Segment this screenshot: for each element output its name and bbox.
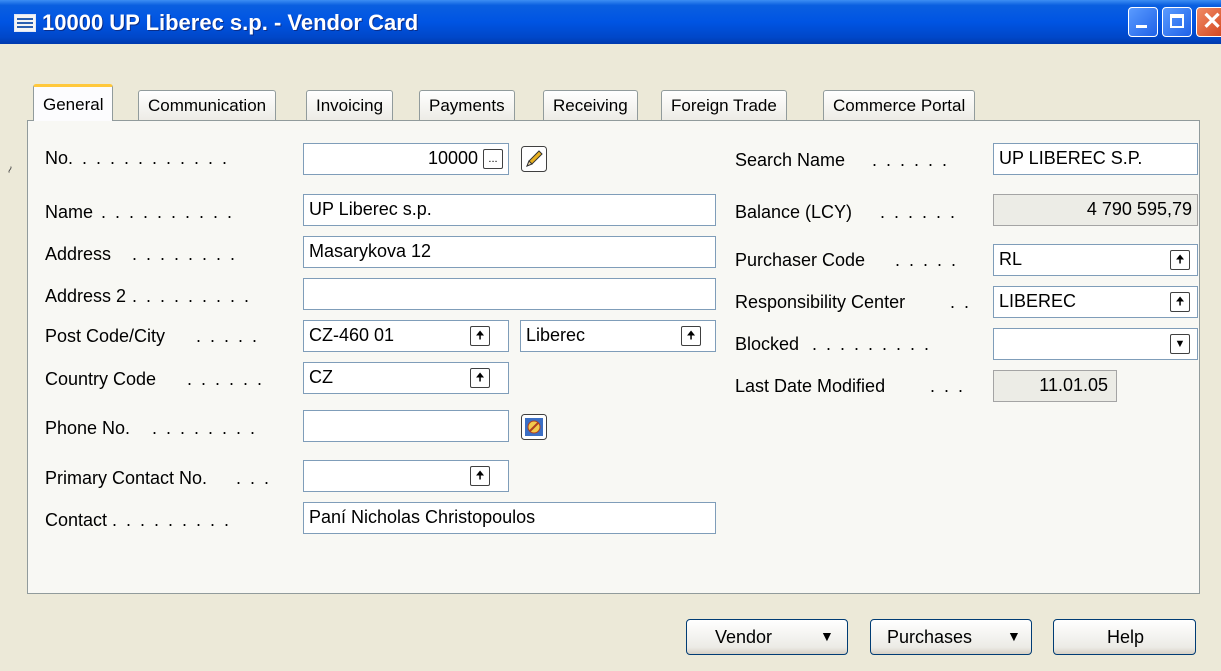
table-icon (14, 14, 36, 32)
chevron-down-icon: ▼ (820, 628, 834, 644)
window-title: 10000 UP Liberec s.p. - Vendor Card (42, 10, 419, 35)
post-code-lookup-button[interactable]: 🠉 (470, 326, 490, 346)
title-bar: 10000 UP Liberec s.p. - Vendor Card ✕ (0, 0, 1221, 44)
maximize-icon (1170, 14, 1184, 28)
post-code-city-label: Post Code/City (45, 326, 166, 346)
vendor-button-label: Vendor (715, 627, 773, 647)
address-label: Address (45, 244, 112, 264)
address-leader: . . . . . . . . (132, 244, 238, 264)
blocked-dropdown-button[interactable]: ▼ (1170, 334, 1190, 354)
last-date-modified-label: Last Date Modified (735, 376, 886, 396)
tab-foreign-trade[interactable]: Foreign Trade (661, 90, 787, 121)
phone-no-leader: . . . . . . . . (152, 418, 258, 438)
search-name-leader: . . . . . . (872, 150, 950, 170)
close-button[interactable]: ✕ (1196, 7, 1221, 37)
city-lookup-button[interactable]: 🠉 (681, 326, 701, 346)
name-leader: . . . . . . . . . . (101, 202, 235, 222)
address2-label: Address 2 (45, 286, 127, 306)
ellipsis-icon: ... (488, 153, 498, 165)
post-code-city-leader: . . . . . (196, 326, 260, 346)
address-field[interactable]: Masarykova 12 (303, 236, 716, 268)
purchases-menu-button[interactable]: Purchases ▼ (870, 619, 1032, 655)
lookup-arrow-icon: 🠉 (1175, 254, 1185, 266)
lookup-arrow-icon: 🠉 (686, 330, 696, 342)
country-code-lookup-button[interactable]: 🠉 (470, 368, 490, 388)
balance-lcy-field[interactable]: 4 790 595,79 (993, 194, 1198, 226)
no-leader: . . . . . . . . . . . (82, 148, 230, 168)
tab-receiving[interactable]: Receiving (543, 90, 638, 121)
tab-commerce-portal[interactable]: Commerce Portal (823, 90, 976, 121)
help-button[interactable]: Help (1053, 619, 1196, 655)
tab-payments[interactable]: Payments (419, 90, 515, 121)
contact-field[interactable]: Paní Nicholas Christopoulos (303, 502, 716, 534)
tab-invoicing[interactable]: Invoicing (306, 90, 394, 121)
purchaser-code-leader: . . . . . (895, 250, 959, 270)
close-icon: ✕ (1202, 8, 1221, 35)
lookup-arrow-icon: 🠉 (1175, 296, 1185, 308)
contact-label: Contact (45, 510, 108, 530)
purchaser-code-field[interactable]: RL (993, 244, 1198, 276)
edit-icon[interactable] (521, 146, 547, 172)
no-assist-button[interactable]: ... (483, 149, 503, 169)
country-code-label: Country Code (45, 369, 157, 389)
vendor-menu-button[interactable]: Vendor ▼ (686, 619, 848, 655)
maximize-button[interactable] (1162, 7, 1192, 37)
resize-grip-icon: ~ (1, 163, 19, 176)
address2-leader: . . . . . . . . . (132, 286, 252, 306)
purchaser-code-lookup-button[interactable]: 🠉 (1170, 250, 1190, 270)
name-field[interactable]: UP Liberec s.p. (303, 194, 716, 226)
help-button-label: Help (1107, 627, 1145, 647)
no-label: No. (45, 148, 74, 168)
name-label: Name (45, 202, 94, 222)
responsibility-center-leader: . . (950, 292, 972, 312)
primary-contact-lookup-button[interactable]: 🠉 (470, 466, 490, 486)
lookup-arrow-icon: 🠉 (475, 372, 485, 384)
phone-no-field[interactable] (303, 410, 509, 442)
responsibility-center-label: Responsibility Center (735, 292, 906, 312)
vendor-card-window: 10000 UP Liberec s.p. - Vendor Card ✕ ~ … (0, 0, 1221, 671)
primary-contact-no-label: Primary Contact No. (45, 468, 208, 488)
blocked-leader: . . . . . . . . . (812, 334, 932, 354)
purchaser-code-label: Purchaser Code (735, 250, 866, 270)
chevron-down-icon: ▼ (1007, 628, 1021, 644)
purchases-button-label: Purchases (887, 627, 973, 647)
minimize-button[interactable] (1128, 7, 1158, 37)
blocked-label: Blocked (735, 334, 800, 354)
chevron-down-icon: ▼ (1174, 338, 1186, 350)
responsibility-center-field[interactable]: LIBEREC (993, 286, 1198, 318)
phone-dial-icon[interactable] (521, 414, 547, 440)
contact-leader: . . . . . . . . . (112, 510, 232, 530)
search-name-label: Search Name (735, 150, 846, 170)
responsibility-center-lookup-button[interactable]: 🠉 (1170, 292, 1190, 312)
lookup-arrow-icon: 🠉 (475, 470, 485, 482)
blocked-select[interactable] (993, 328, 1198, 360)
no-field[interactable]: 10000 (303, 143, 509, 175)
last-date-modified-field[interactable]: 11.01.05 (993, 370, 1117, 402)
phone-no-label: Phone No. (45, 418, 131, 438)
lookup-arrow-icon: 🠉 (475, 330, 485, 342)
search-name-field[interactable]: UP LIBEREC S.P. (993, 143, 1198, 175)
balance-lcy-label: Balance (LCY) (735, 202, 853, 222)
last-date-modified-leader: . . . (930, 376, 966, 396)
primary-contact-no-leader: . . . (236, 468, 272, 488)
balance-lcy-leader: . . . . . . (880, 202, 958, 222)
country-code-leader: . . . . . . (187, 369, 265, 389)
tab-general[interactable]: General (33, 84, 114, 121)
tab-communication[interactable]: Communication (138, 90, 277, 121)
address2-field[interactable] (303, 278, 716, 310)
minimize-icon (1136, 25, 1147, 28)
